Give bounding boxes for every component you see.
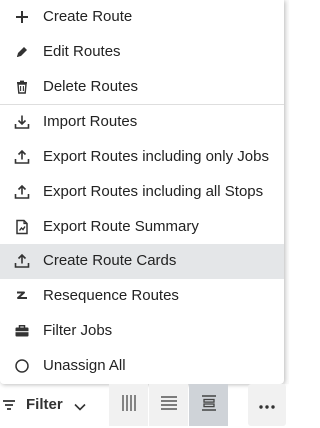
bottom-toolbar: Filter: [0, 384, 289, 428]
menu-item-export-routes-stops[interactable]: Export Routes including all Stops: [0, 175, 284, 210]
circle-icon: [13, 357, 31, 375]
import-icon: [13, 113, 31, 131]
export-icon: [13, 183, 31, 201]
menu-item-unassign-all[interactable]: Unassign All: [0, 349, 284, 384]
briefcase-icon: [13, 322, 31, 340]
menu-item-edit-routes[interactable]: Edit Routes: [0, 35, 284, 70]
menu-item-resequence-routes[interactable]: Resequence Routes: [0, 279, 284, 314]
view-columns-button[interactable]: [109, 384, 148, 426]
menu-item-label: Edit Routes: [43, 43, 121, 60]
pencil-icon: [13, 43, 31, 61]
document-chart-icon: [13, 218, 31, 236]
menu-item-label: Export Route Summary: [43, 218, 199, 235]
menu-item-label: Delete Routes: [43, 78, 139, 95]
view-rows-button[interactable]: [149, 384, 188, 426]
menu-item-create-route-cards[interactable]: Create Route Cards: [0, 244, 284, 279]
filter-lines-icon: [2, 398, 16, 416]
menu-item-import-routes[interactable]: Import Routes: [0, 105, 284, 140]
view-timeline-button[interactable]: [189, 384, 228, 426]
chevron-down-icon: [74, 399, 86, 417]
background-panel-edge: [284, 0, 289, 384]
filter-button[interactable]: Filter: [0, 386, 98, 424]
menu-item-label: Export Routes including all Stops: [43, 183, 264, 200]
columns-icon: [121, 394, 137, 417]
route-actions-menu: Create Route Edit Routes Delete Routes I…: [0, 0, 284, 384]
more-dots-icon: [259, 396, 275, 414]
trash-icon: [13, 78, 31, 96]
more-options-button[interactable]: [248, 384, 286, 426]
menu-item-export-route-summary[interactable]: Export Route Summary: [0, 210, 284, 245]
menu-item-filter-jobs[interactable]: Filter Jobs: [0, 314, 284, 349]
timeline-icon: [200, 394, 218, 417]
menu-item-label: Import Routes: [43, 113, 138, 130]
menu-item-label: Create Route Cards: [43, 252, 177, 269]
menu-item-delete-routes[interactable]: Delete Routes: [0, 70, 284, 105]
export-icon: [13, 148, 31, 166]
menu-item-export-routes-jobs[interactable]: Export Routes including only Jobs: [0, 140, 284, 175]
menu-item-label: Create Route: [43, 8, 133, 25]
menu-item-label: Resequence Routes: [43, 287, 179, 304]
plus-icon: [13, 8, 31, 26]
rows-icon: [160, 395, 178, 416]
resequence-icon: [13, 287, 31, 305]
menu-item-label: Export Routes including only Jobs: [43, 148, 269, 165]
menu-item-create-route[interactable]: Create Route: [0, 0, 284, 35]
filter-label: Filter: [26, 396, 63, 413]
menu-item-label: Unassign All: [43, 357, 126, 374]
export-icon: [13, 252, 31, 270]
menu-item-label: Filter Jobs: [43, 322, 113, 339]
